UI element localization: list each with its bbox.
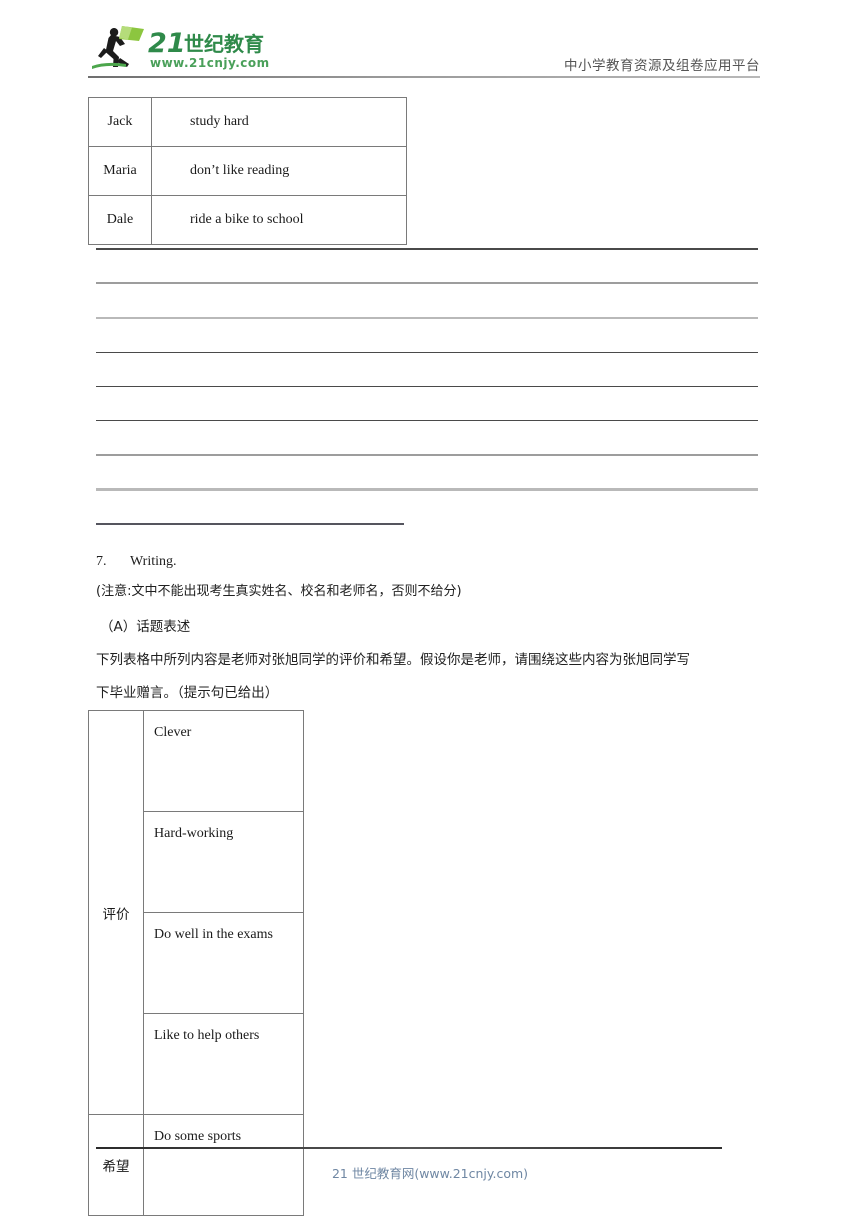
- logo-url: www.21cnjy.com: [150, 56, 270, 70]
- question-heading: 7. Writing.: [96, 551, 176, 572]
- question-number: 7.: [96, 554, 107, 569]
- writing-line[interactable]: [96, 316, 758, 319]
- prompt-text-line-1: 下列表格中所列内容是老师对张旭同学的评价和希望。假设你是老师，请围绕这些内容为张…: [96, 652, 690, 668]
- answer-writing-lines[interactable]: [96, 248, 758, 525]
- evaluation-item-cell: Clever: [143, 710, 304, 812]
- phrase-cell: study hard: [151, 97, 407, 147]
- name-cell: Maria: [88, 146, 152, 196]
- table-row: Jack study hard: [88, 97, 407, 147]
- svg-text:世纪教育: 世纪教育: [184, 32, 264, 56]
- page-header: 21 世纪教育 www.21cnjy.com 中小学教育资源及组卷应用平台: [88, 22, 760, 78]
- evaluation-item-cell: Like to help others: [143, 1013, 304, 1115]
- table-row: Maria don’t like reading: [88, 146, 407, 196]
- prompt-text-line-2: 下毕业赠言。（提示句已给出）: [96, 685, 279, 701]
- question-title: Writing.: [130, 554, 177, 569]
- logo-21cnjy: 21 世纪教育 www.21cnjy.com: [88, 22, 300, 72]
- section-a-heading: （A）话题表述: [100, 619, 191, 635]
- writing-line-short[interactable]: [96, 523, 404, 525]
- question-note: (注意:文中不能出现考生真实姓名、校名和老师名，否则不给分): [96, 584, 462, 599]
- writing-line[interactable]: [96, 282, 758, 284]
- header-tagline: 中小学教育资源及组卷应用平台: [564, 58, 760, 74]
- footer-text: 21 世纪教育网(www.21cnjy.com): [331, 1166, 529, 1181]
- names-phrases-table: Jack study hard Maria don’t like reading…: [88, 97, 407, 245]
- writing-line[interactable]: [96, 248, 758, 250]
- footer-divider: [96, 1147, 722, 1149]
- svg-text:www.21cnjy.com: www.21cnjy.com: [150, 56, 270, 70]
- logo-wordmark: 21 世纪教育: [148, 28, 264, 59]
- running-figure-icon: [92, 26, 144, 69]
- phrase-cell: ride a bike to school: [151, 195, 407, 245]
- writing-line[interactable]: [96, 419, 758, 421]
- evaluation-label-cell: 评价: [88, 710, 144, 1115]
- svg-text:21: 21: [148, 28, 186, 59]
- writing-line[interactable]: [96, 453, 758, 456]
- table-row: 评价 Clever: [88, 710, 304, 1115]
- name-cell: Jack: [88, 97, 152, 147]
- table-row: Dale ride a bike to school: [88, 195, 407, 245]
- phrase-cell: don’t like reading: [151, 146, 407, 196]
- writing-line[interactable]: [96, 351, 758, 353]
- header-divider: [88, 76, 760, 78]
- name-cell: Dale: [88, 195, 152, 245]
- writing-line[interactable]: [96, 385, 758, 387]
- evaluation-hope-table: 评价 Clever Hard-working Do well in the ex…: [88, 710, 304, 1216]
- writing-line[interactable]: [96, 488, 758, 491]
- evaluation-item-cell: Do well in the exams: [143, 912, 304, 1014]
- evaluation-item-cell: Hard-working: [143, 811, 304, 913]
